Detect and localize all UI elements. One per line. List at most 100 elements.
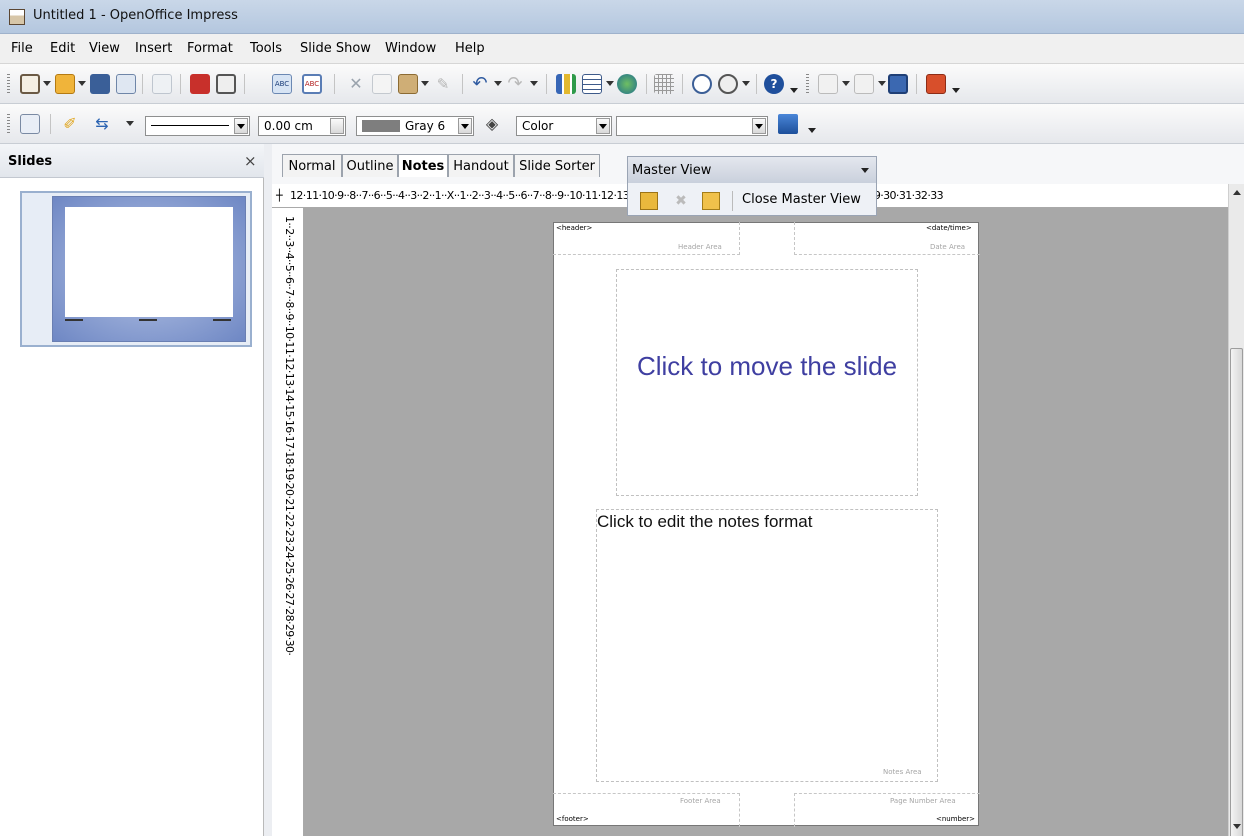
rename-master-icon[interactable] <box>702 192 720 210</box>
save-icon[interactable] <box>90 74 110 94</box>
tab-notes[interactable]: Notes <box>398 154 448 177</box>
menu-bar: File Edit View Insert Format Tools Slide… <box>0 34 1244 64</box>
styles-formatting-icon[interactable] <box>20 114 40 134</box>
slide-placeholder[interactable]: Click to move the slide <box>616 269 918 496</box>
shadow-icon[interactable] <box>778 114 798 134</box>
spin-buttons[interactable] <box>330 118 344 134</box>
copy-icon[interactable] <box>372 74 392 94</box>
menu-edit[interactable]: Edit <box>50 41 75 56</box>
date-area-label: Date Area <box>930 243 966 251</box>
insert-table-icon[interactable] <box>582 74 602 94</box>
window-title: Untitled 1 - OpenOffice Impress <box>33 8 238 23</box>
spellcheck-icon[interactable]: ABC <box>272 74 292 94</box>
slide-thumbnail-content <box>65 207 233 317</box>
slide-layout-icon[interactable] <box>818 74 838 94</box>
slide-thumbnail[interactable] <box>52 196 246 342</box>
help-icon[interactable]: ? <box>764 74 784 94</box>
toolbar-grip[interactable] <box>806 74 809 94</box>
menu-format[interactable]: Format <box>187 41 233 56</box>
autospellcheck-icon[interactable]: ABC <box>302 74 322 94</box>
area-fill-icon[interactable]: ◈ <box>482 114 502 134</box>
chevron-down-icon[interactable] <box>878 81 886 86</box>
chevron-down-icon[interactable] <box>421 81 429 86</box>
chevron-down-icon[interactable] <box>78 81 86 86</box>
area-fill-select[interactable] <box>616 116 768 136</box>
toolbar-overflow-icon[interactable] <box>952 88 960 93</box>
edit-file-icon[interactable] <box>152 74 172 94</box>
line-color-select[interactable]: Gray 6 <box>356 116 474 136</box>
new-master-icon[interactable] <box>640 192 658 210</box>
fontwork-icon[interactable] <box>617 74 637 94</box>
tab-slide-sorter[interactable]: Slide Sorter <box>514 154 600 177</box>
notes-page[interactable]: <header> Header Area <date/time> Date Ar… <box>553 222 980 827</box>
paste-icon[interactable] <box>398 74 418 94</box>
slide-show-icon[interactable] <box>926 74 946 94</box>
scroll-down-icon[interactable] <box>1233 824 1241 829</box>
menu-file[interactable]: File <box>11 41 33 56</box>
master-view-title: Master View <box>632 163 712 178</box>
scroll-up-icon[interactable] <box>1233 190 1241 195</box>
pane-splitter[interactable] <box>264 144 272 836</box>
thumbnail-footer-mark <box>139 319 157 321</box>
slides-pane-title: Slides <box>8 154 53 169</box>
toolbar-grip[interactable] <box>7 114 10 134</box>
slide-design-icon[interactable] <box>854 74 874 94</box>
chevron-down-icon[interactable] <box>126 121 134 126</box>
display-views-icon[interactable] <box>888 74 908 94</box>
navigator-icon[interactable] <box>692 74 712 94</box>
tab-handout[interactable]: Handout <box>448 154 514 177</box>
chevron-down-icon[interactable] <box>43 81 51 86</box>
chevron-down-icon[interactable] <box>861 168 869 173</box>
chevron-down-icon[interactable] <box>596 118 610 134</box>
menu-help[interactable]: Help <box>455 41 485 56</box>
chevron-down-icon[interactable] <box>842 81 850 86</box>
toolbar-overflow-icon[interactable] <box>790 88 798 93</box>
new-document-icon[interactable] <box>20 74 40 94</box>
line-icon[interactable]: ✐ <box>60 114 80 134</box>
chevron-down-icon[interactable] <box>742 81 750 86</box>
undo-icon[interactable]: ↶ <box>470 74 490 94</box>
scrollbar-thumb[interactable] <box>1230 348 1243 836</box>
vertical-scrollbar[interactable] <box>1228 184 1244 836</box>
close-icon[interactable]: × <box>244 152 257 170</box>
line-style-select[interactable] <box>145 116 250 136</box>
chevron-down-icon[interactable] <box>234 118 248 134</box>
chevron-down-icon[interactable] <box>494 81 502 86</box>
chevron-down-icon[interactable] <box>606 81 614 86</box>
delete-master-icon[interactable]: ✖ <box>672 192 690 210</box>
menu-slide-show[interactable]: Slide Show <box>300 41 371 56</box>
thumbnail-footer-mark <box>65 319 83 321</box>
close-master-view-button[interactable]: Close Master View <box>742 192 861 207</box>
chevron-down-icon[interactable] <box>752 118 766 134</box>
print-icon[interactable] <box>216 74 236 94</box>
footer-tag: <footer> <box>556 815 589 823</box>
cut-icon[interactable]: ✕ <box>346 74 366 94</box>
menu-insert[interactable]: Insert <box>135 41 172 56</box>
toolbar-grip[interactable] <box>7 74 10 94</box>
notes-placeholder[interactable]: Click to edit the notes format Notes Are… <box>596 509 938 782</box>
master-view-toolbar: Master View ✖ Close Master View <box>627 156 877 216</box>
vertical-ruler[interactable]: 1··2··3··4··5··6··7··8··9··10·11·12·13·1… <box>272 208 304 836</box>
menu-tools[interactable]: Tools <box>250 41 282 56</box>
open-folder-icon[interactable] <box>55 74 75 94</box>
clone-formatting-icon[interactable]: ✎ <box>433 74 453 94</box>
toolbar-overflow-icon[interactable] <box>808 128 816 133</box>
chevron-down-icon[interactable] <box>530 81 538 86</box>
menu-window[interactable]: Window <box>385 41 436 56</box>
arrow-style-icon[interactable]: ⇆ <box>92 114 112 134</box>
line-width-value: 0.00 cm <box>264 119 313 133</box>
insert-chart-icon[interactable] <box>556 74 576 94</box>
master-view-titlebar[interactable]: Master View <box>628 157 876 183</box>
export-pdf-icon[interactable] <box>190 74 210 94</box>
email-icon[interactable] <box>116 74 136 94</box>
line-width-field[interactable]: 0.00 cm <box>258 116 346 136</box>
separator <box>646 74 647 94</box>
tab-normal[interactable]: Normal <box>282 154 342 177</box>
tab-outline[interactable]: Outline <box>342 154 398 177</box>
redo-icon[interactable]: ↷ <box>505 74 525 94</box>
zoom-icon[interactable] <box>718 74 738 94</box>
chevron-down-icon[interactable] <box>458 118 472 134</box>
menu-view[interactable]: View <box>89 41 120 56</box>
area-style-select[interactable]: Color <box>516 116 612 136</box>
grid-icon[interactable] <box>654 74 674 94</box>
